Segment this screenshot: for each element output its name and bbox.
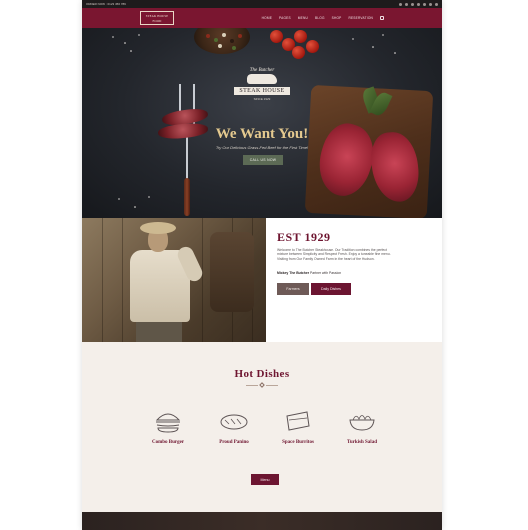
social-icons <box>399 2 438 6</box>
tomato <box>306 40 319 53</box>
menu-button[interactable]: Menu <box>251 474 279 485</box>
brand-top: The Butcher <box>249 68 275 73</box>
footer <box>82 512 442 530</box>
farmers-button[interactable]: Farmers <box>277 283 309 295</box>
nav-menu: HOME PAGES MENU BLOG SHOP RESERVATION <box>262 16 384 20</box>
about-section: EST 1929 Welcome to The Butcher Steakhou… <box>82 218 442 342</box>
dish-label: Turkish Salad <box>347 440 377 445</box>
nav-item-home[interactable]: HOME <box>262 16 272 20</box>
google-icon[interactable] <box>417 2 420 6</box>
tomato <box>292 46 305 59</box>
tomato <box>270 30 283 43</box>
peppercorn-bowl <box>194 28 250 54</box>
man-pants <box>136 322 182 342</box>
dish-item[interactable]: Proud Panino <box>206 408 262 445</box>
fork-handle <box>184 178 190 216</box>
nav-item-shop[interactable]: SHOP <box>332 16 342 20</box>
nav-item-menu[interactable]: MENU <box>298 16 308 20</box>
nav-item-blog[interactable]: BLOG <box>315 16 325 20</box>
cowboy-hat <box>140 222 176 234</box>
about-text: Welcome to The Butcher Steakhouse. Our T… <box>277 248 391 261</box>
call-us-button[interactable]: CALL US NOW <box>243 155 283 165</box>
hero-subtitle: Try Our Delicious Grass-Fed Beef for the… <box>215 145 309 150</box>
hero-section: The Butcher STEAK HOUSE SINCE 1929 We Wa… <box>82 28 442 218</box>
signature-name: Mickey The Butcher <box>277 271 310 275</box>
burrito-icon <box>286 411 310 431</box>
logo-line1: STEAK HOUSE <box>145 13 169 18</box>
twitter-icon[interactable] <box>405 2 408 6</box>
nav-item-pages[interactable]: PAGES <box>279 16 291 20</box>
cart-icon[interactable] <box>435 2 438 6</box>
dish-label: Proud Panino <box>219 440 249 445</box>
site-logo[interactable]: STEAK HOUSE FOOD <box>140 11 174 25</box>
search-icon[interactable] <box>429 2 432 6</box>
dish-label: Space Burritos <box>282 440 314 445</box>
logo-line2: FOOD <box>152 18 162 23</box>
daily-dishes-button[interactable]: Daily Dishes <box>311 283 351 295</box>
dish-item[interactable]: Turkish Salad <box>334 408 390 445</box>
about-signature: Mickey The Butcher Partner with Passion <box>277 271 341 275</box>
tomato <box>294 30 307 43</box>
hot-dishes-section: Hot Dishes Combo Burger Proud Panino Spa… <box>82 342 442 512</box>
facebook-icon[interactable] <box>399 2 402 6</box>
order-contact: ORDER NOW : 0123 456 789 <box>86 2 126 6</box>
brand-banner: STEAK HOUSE <box>234 87 290 95</box>
dishes-title: Hot Dishes <box>234 368 290 380</box>
pinterest-icon[interactable] <box>423 2 426 6</box>
dish-item[interactable]: Combo Burger <box>140 408 196 445</box>
brand-bottom: SINCE 1929 <box>253 97 271 101</box>
main-navigation: STEAK HOUSE FOOD HOME PAGES MENU BLOG SH… <box>82 8 442 28</box>
salad-icon <box>349 415 375 431</box>
about-title: EST 1929 <box>277 230 331 244</box>
nav-cart-icon[interactable] <box>380 16 384 20</box>
panino-icon <box>220 414 248 430</box>
website-page: ORDER NOW : 0123 456 789 STEAK HOUSE FOO… <box>82 0 442 530</box>
cow-icon <box>247 74 277 84</box>
burger-icon <box>155 413 181 433</box>
instagram-icon[interactable] <box>411 2 414 6</box>
signature-role: Partner with Passion <box>310 271 342 275</box>
top-bar: ORDER NOW : 0123 456 789 <box>82 0 442 8</box>
ornament-divider <box>245 382 279 388</box>
hero-title: We Want You! <box>215 126 309 142</box>
brand-emblem: The Butcher STEAK HOUSE SINCE 1929 <box>222 68 302 128</box>
saddle <box>210 232 254 312</box>
dish-label: Combo Burger <box>151 440 185 445</box>
nav-item-reservation[interactable]: RESERVATION <box>348 16 373 20</box>
butcher-photo <box>82 218 266 342</box>
dish-item[interactable]: Space Burritos <box>270 408 326 445</box>
